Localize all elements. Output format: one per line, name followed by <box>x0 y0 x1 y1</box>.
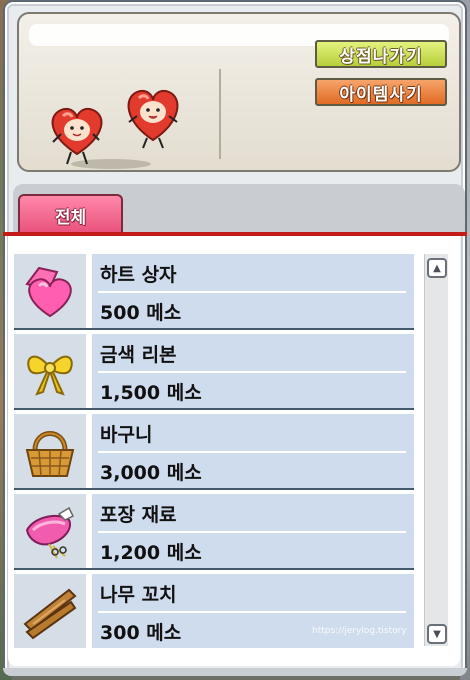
item-price: 1,500 메소 <box>100 382 202 404</box>
row-divider <box>14 408 414 410</box>
list-item[interactable]: 하트 상자 500 메소 <box>14 254 414 328</box>
row-divider <box>14 568 414 570</box>
exit-shop-button[interactable]: 상점나가기 <box>315 40 447 68</box>
item-price: 300 메소 <box>100 622 182 644</box>
npc-panel-divider <box>219 69 221 159</box>
item-name: 포장 재료 <box>100 504 177 526</box>
wooden-skewer-icon <box>23 588 77 640</box>
watermark: https://jerylog.tistory <box>312 626 407 636</box>
window-bottom-edge <box>3 668 467 676</box>
list-item[interactable]: 금색 리본 1,500 메소 <box>14 334 414 408</box>
heart-npc-left-icon <box>51 108 103 165</box>
item-price: 3,000 메소 <box>100 462 202 484</box>
scrollbar[interactable]: ▲ ▼ <box>424 254 448 646</box>
list-item[interactable]: 나무 꼬치 300 메소 <box>14 574 414 648</box>
item-name: 금색 리본 <box>100 344 177 366</box>
row-divider <box>14 328 414 330</box>
chevron-up-icon: ▲ <box>433 262 441 274</box>
heart-npc-sprite <box>51 90 179 169</box>
gold-ribbon-icon <box>27 355 73 396</box>
item-price: 1,200 메소 <box>100 542 202 564</box>
tab-all[interactable]: 전체 <box>18 194 123 234</box>
category-tab-bar: 전체 <box>13 184 465 236</box>
item-price: 500 메소 <box>100 302 182 324</box>
item-name: 하트 상자 <box>100 264 177 286</box>
row-divider <box>14 488 414 490</box>
basket-icon <box>25 431 75 477</box>
item-name: 나무 꼬치 <box>100 584 177 606</box>
chevron-down-icon: ▼ <box>433 628 441 640</box>
scroll-up-button[interactable]: ▲ <box>427 258 447 278</box>
wrapping-material-icon <box>25 506 75 559</box>
scroll-down-button[interactable]: ▼ <box>427 624 447 644</box>
list-item[interactable]: 바구니 3,000 메소 <box>14 414 414 488</box>
item-list: 하트 상자 500 메소 금색 리본 1,500 메소 바구니 3,000 메소… <box>8 236 460 666</box>
heart-box-icon <box>25 266 72 318</box>
list-item[interactable]: 포장 재료 1,200 메소 <box>14 494 414 568</box>
item-name: 바구니 <box>100 424 153 446</box>
buy-item-button[interactable]: 아이템사기 <box>315 78 447 106</box>
npc-panel: 상점나가기 아이템사기 <box>17 12 461 172</box>
heart-npc-right-icon <box>127 90 179 149</box>
